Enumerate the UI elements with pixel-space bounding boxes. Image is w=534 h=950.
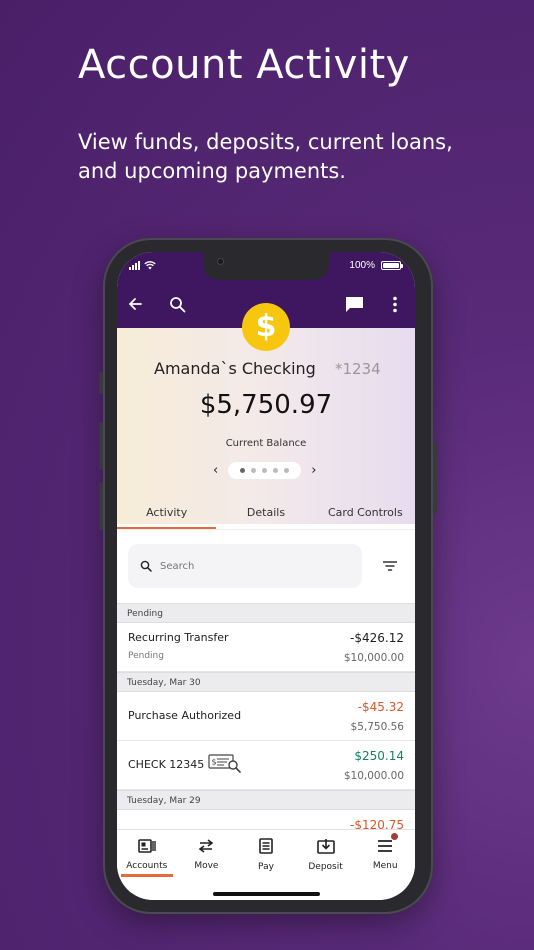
- search-field[interactable]: [128, 544, 362, 588]
- volume-up-button: [99, 422, 103, 470]
- nav-pay[interactable]: Pay: [236, 830, 296, 900]
- pager-dot[interactable]: [273, 468, 279, 473]
- promo-subline: View funds, deposits, current loans, and…: [78, 130, 453, 183]
- promo-headline: Account Activity: [78, 42, 410, 88]
- search-area: [117, 529, 415, 603]
- tab-card-controls[interactable]: Card Controls: [316, 502, 415, 526]
- search-field-icon: [140, 560, 152, 572]
- running-balance: $5,750.56: [350, 721, 404, 733]
- signal-icon: [129, 261, 140, 270]
- chevron-left-icon[interactable]: ‹: [213, 463, 218, 478]
- section-header: Tuesday, Mar 30: [117, 672, 415, 692]
- nav-move[interactable]: Move: [177, 830, 237, 900]
- account-pager: ‹ ›: [213, 462, 316, 479]
- search-input[interactable]: [160, 560, 340, 572]
- account-tabs: Activity Details Card Controls: [117, 502, 415, 530]
- status-indicators: [129, 261, 156, 270]
- accounts-icon: [137, 838, 156, 854]
- pager-dot[interactable]: [240, 468, 246, 473]
- transaction-amount: -$45.32: [357, 700, 404, 714]
- balance-label: Current Balance: [225, 438, 307, 449]
- transaction-row[interactable]: Purchase Authorized -$45.32 $5,750.56: [117, 692, 415, 741]
- notification-badge: [390, 832, 400, 841]
- transaction-title: CHECK 12345: [128, 758, 205, 771]
- filter-icon[interactable]: [383, 560, 397, 572]
- home-indicator: [213, 892, 320, 896]
- account-name: Amanda`s Checking: [154, 359, 316, 378]
- running-balance: $10,000.00: [343, 770, 404, 782]
- search-icon[interactable]: [169, 296, 186, 313]
- running-balance: $10,000.00: [343, 652, 404, 664]
- nav-deposit[interactable]: Deposit: [296, 830, 356, 900]
- transaction-status: Pending: [128, 651, 164, 661]
- power-button: [433, 442, 437, 514]
- battery-percent: 100%: [349, 260, 375, 271]
- nav-accounts[interactable]: Accounts: [117, 830, 177, 900]
- wifi-icon: [144, 261, 156, 270]
- bottom-navigation: Accounts Move Pay Deposit Menu: [117, 829, 415, 900]
- tab-details[interactable]: Details: [216, 502, 315, 526]
- volume-down-button: [99, 482, 103, 530]
- activity-list: Pending Recurring Transfer Pending -$426.12…: [117, 603, 415, 859]
- pager-dot[interactable]: [262, 468, 268, 473]
- deposit-icon: [316, 838, 335, 854]
- section-header: Pending: [117, 603, 415, 623]
- more-options-icon[interactable]: [392, 296, 398, 313]
- pager-dot[interactable]: [251, 468, 257, 473]
- nav-menu[interactable]: Menu: [355, 830, 415, 900]
- transaction-amount: $250.14: [354, 749, 404, 763]
- phone-notch: [203, 252, 329, 280]
- chat-icon[interactable]: [345, 296, 364, 313]
- phone-screen: 100% $ Amanda`s Checking *1234 $5,750.97…: [117, 252, 415, 900]
- phone-frame: 100% $ Amanda`s Checking *1234 $5,750.97…: [99, 238, 437, 914]
- battery-status: 100%: [349, 260, 403, 271]
- nav-label: Deposit: [308, 862, 343, 872]
- chevron-right-icon[interactable]: ›: [311, 463, 316, 478]
- transaction-title: Purchase Authorized: [128, 709, 242, 722]
- nav-label: Menu: [372, 861, 398, 871]
- nav-label: Move: [194, 861, 219, 871]
- pager-dots[interactable]: [228, 462, 302, 479]
- svg-text:$: $: [212, 758, 217, 767]
- check-image-icon[interactable]: $: [208, 753, 242, 773]
- menu-icon: [377, 838, 393, 854]
- account-number: *1234: [335, 360, 381, 378]
- transaction-amount: -$426.12: [350, 631, 404, 645]
- dollar-coin-icon: $: [242, 303, 290, 351]
- nav-label: Accounts: [126, 861, 168, 871]
- nav-label: Pay: [258, 862, 274, 872]
- account-balance: $5,750.97: [199, 390, 333, 420]
- pager-dot[interactable]: [284, 468, 290, 473]
- tab-activity[interactable]: Activity: [117, 502, 217, 530]
- transaction-row[interactable]: Recurring Transfer Pending -$426.12 $10,000…: [117, 623, 415, 672]
- transfer-icon: [198, 838, 214, 854]
- battery-icon: [381, 261, 403, 270]
- section-header: Tuesday, Mar 29: [117, 790, 415, 810]
- back-arrow-icon[interactable]: [127, 296, 143, 312]
- transaction-row[interactable]: CHECK 12345 $250.14 $10,000.00 $: [117, 741, 415, 790]
- pay-icon: [259, 838, 273, 854]
- account-summary-panel: [117, 328, 415, 524]
- transaction-title: Recurring Transfer: [128, 631, 229, 644]
- mute-switch: [99, 372, 103, 394]
